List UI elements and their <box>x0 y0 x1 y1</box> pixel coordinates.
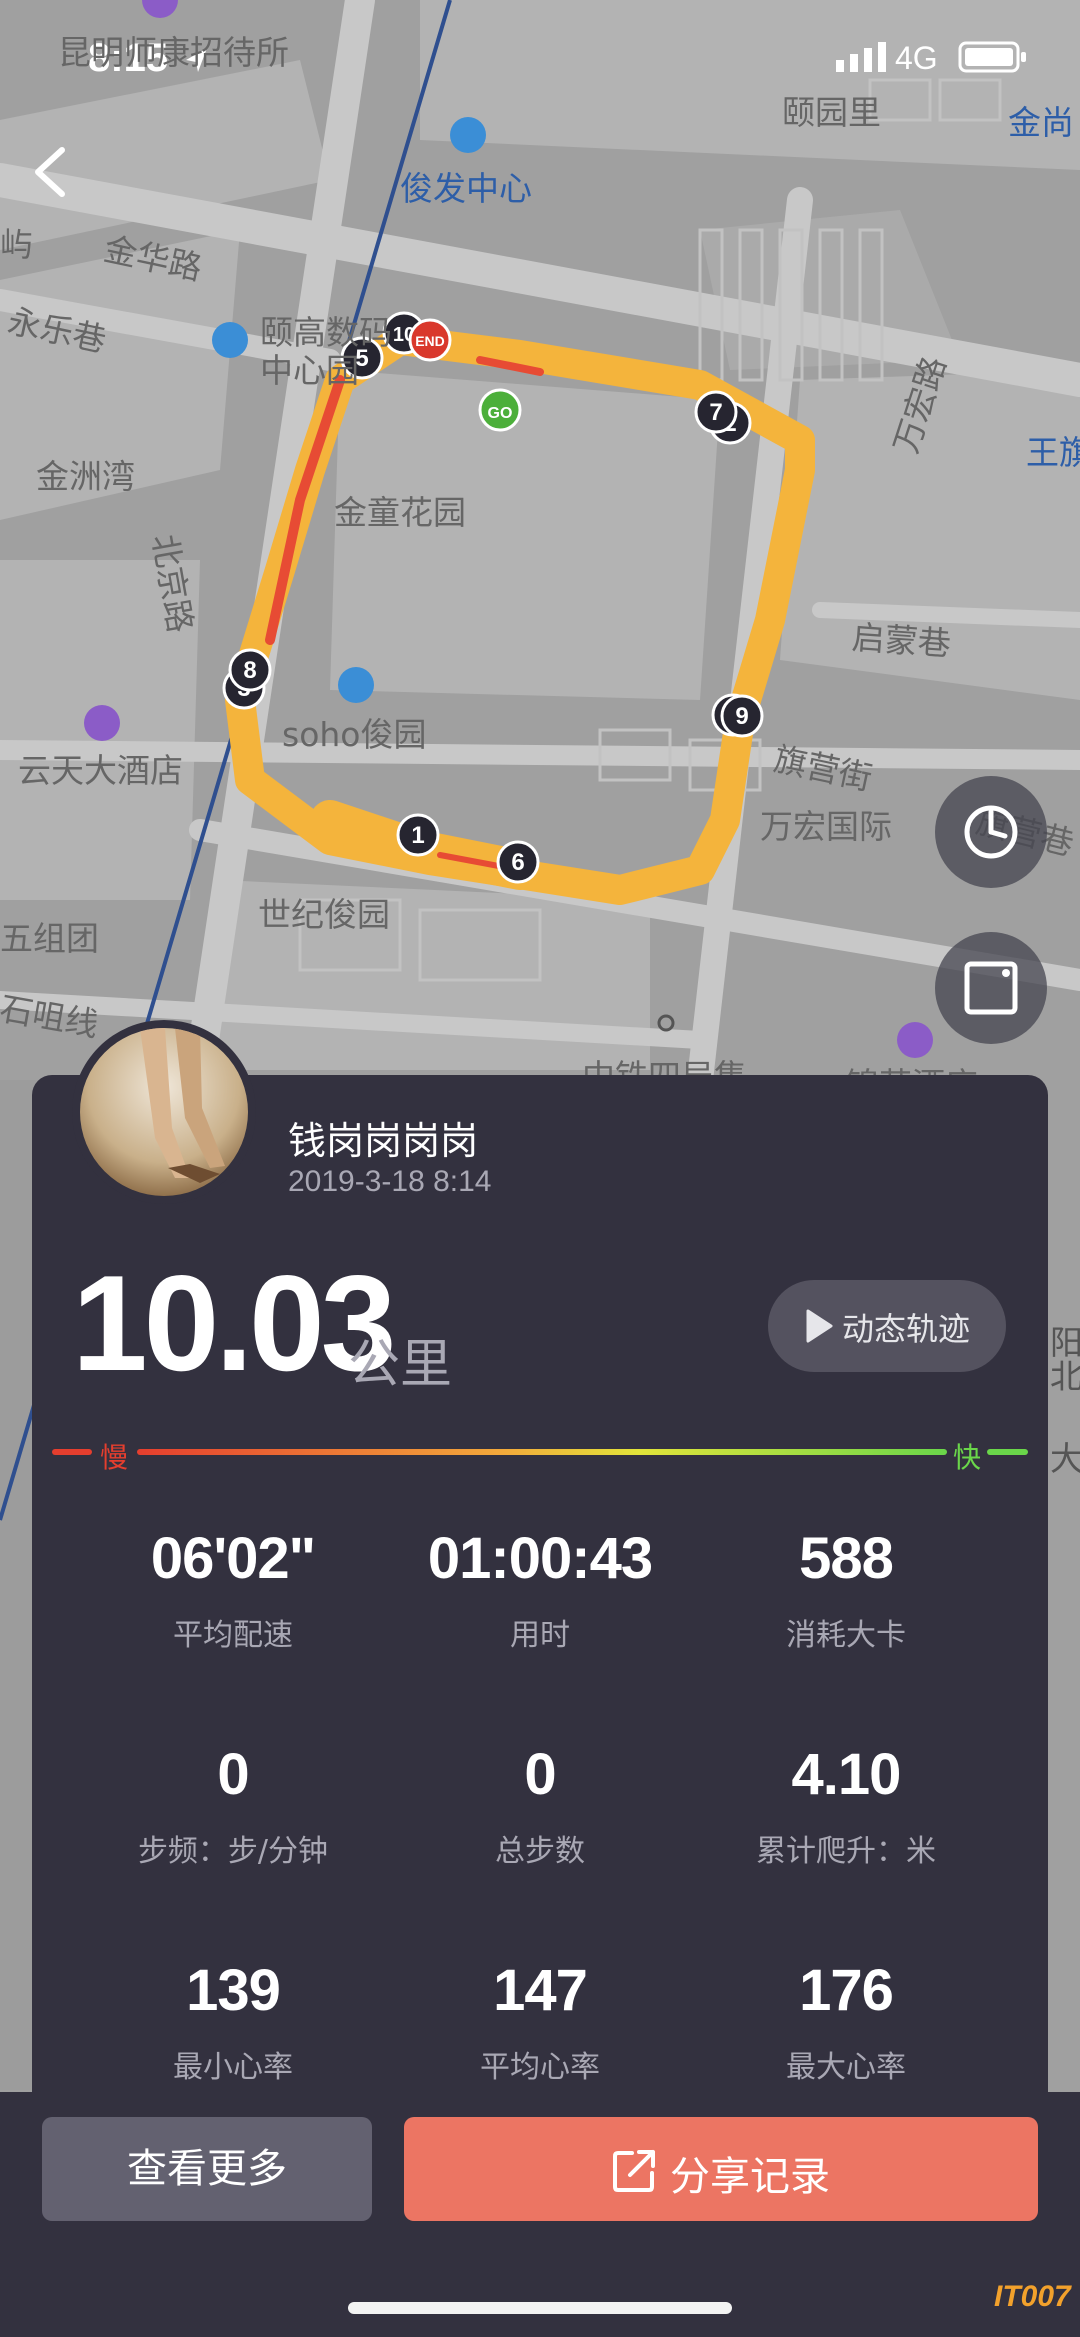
map-label: soho俊园 <box>282 715 427 754</box>
stat-label: 最大心率 <box>786 2050 906 2085</box>
stat-value: 139 <box>186 1958 281 2023</box>
svg-text:9: 9 <box>735 703 748 730</box>
map-label: 屿 <box>0 225 33 264</box>
stat-value: 588 <box>799 1526 894 1591</box>
stat-cadence: 0 步频：步/分钟 <box>93 1741 373 1870</box>
map-label: 云天大酒店 <box>18 751 183 790</box>
map-label: 启蒙巷 <box>850 617 953 664</box>
map-label: 金尚 <box>1008 103 1074 142</box>
share-icon <box>613 2150 655 2192</box>
start-marker: GO <box>478 388 522 432</box>
poi-hotel-icon <box>84 705 120 741</box>
start-marker-label: GO <box>488 405 513 422</box>
replay-track-label: 动态轨迹 <box>842 1310 971 1348</box>
home-indicator[interactable] <box>348 2302 732 2314</box>
map-label: 五组团 <box>0 919 99 958</box>
stat-max-heart-rate: 176 最大心率 <box>706 1957 986 2086</box>
map-label: 万宏国际 <box>760 807 892 846</box>
play-icon <box>806 1309 833 1343</box>
stat-label: 用时 <box>510 1618 570 1653</box>
map-label: 昆明师康招待所 <box>58 33 289 72</box>
map-mode-icon <box>964 961 1018 1015</box>
svg-text:6: 6 <box>511 849 524 876</box>
stat-label: 消耗大卡 <box>786 1618 906 1653</box>
stat-duration: 01:00:43 用时 <box>400 1525 680 1654</box>
speed-slow-label: 慢 <box>100 1441 129 1474</box>
map-label: 中心园 <box>260 351 359 390</box>
share-record-button[interactable]: 分享记录 <box>404 2117 1038 2221</box>
stat-label: 总步数 <box>495 1834 585 1869</box>
stat-label: 累计爬升：米 <box>756 1834 936 1869</box>
view-more-button[interactable]: 查看更多 <box>42 2117 372 2221</box>
map-label: 金洲湾 <box>36 457 135 496</box>
watermark: IT007 <box>994 2280 1071 2313</box>
compass-button[interactable] <box>935 776 1047 888</box>
poi-building-icon <box>212 322 248 358</box>
distance-value: 10.03 <box>72 1247 396 1399</box>
poi-building-icon <box>338 667 374 703</box>
end-marker-label: END <box>415 333 445 349</box>
speed-gradient-bar <box>52 1449 1028 1455</box>
map-label: 颐园里 <box>782 93 881 132</box>
compass-icon <box>964 805 1018 859</box>
stat-value: 176 <box>799 1958 894 2023</box>
speed-fast-label: 快 <box>953 1441 982 1474</box>
stat-label: 最小心率 <box>173 2050 293 2085</box>
poi-hotel-icon <box>897 1022 933 1058</box>
map-label: 金童花园 <box>334 493 466 532</box>
stat-elevation-gain: 4.10 累计爬升：米 <box>706 1741 986 1870</box>
stat-avg-heart-rate: 147 平均心率 <box>400 1957 680 2086</box>
poi-building-icon <box>450 117 486 153</box>
stat-value: 01:00:43 <box>427 1526 653 1591</box>
map-label: 北 <box>1050 1357 1080 1396</box>
network-type: 4G <box>895 40 938 76</box>
map-label: 大 <box>1050 1439 1080 1478</box>
stat-label: 平均配速 <box>173 1618 293 1653</box>
end-marker: END <box>408 318 452 362</box>
map-label: 王旗 <box>1026 433 1080 472</box>
stat-calories: 588 消耗大卡 <box>706 1525 986 1654</box>
map-label: 世纪俊园 <box>258 895 390 934</box>
svg-text:7: 7 <box>709 399 722 426</box>
stat-value: 0 <box>217 1742 249 1807</box>
run-date: 2019-3-18 8:14 <box>288 1165 492 1198</box>
map-label: 俊发中心 <box>400 169 532 208</box>
share-record-label: 分享记录 <box>670 2154 830 2200</box>
avatar[interactable] <box>72 1020 256 1204</box>
stat-value: 0 <box>524 1742 556 1807</box>
avatar-image <box>80 1028 248 1196</box>
replay-track-button[interactable]: 动态轨迹 <box>768 1280 1006 1372</box>
svg-text:8: 8 <box>243 657 256 684</box>
distance-unit: 公里 <box>348 1335 453 1395</box>
stat-avg-pace: 06'02" 平均配速 <box>93 1525 373 1654</box>
stat-label: 平均心率 <box>480 2050 600 2085</box>
stat-value: 4.10 <box>791 1742 902 1807</box>
map-mode-button[interactable] <box>935 932 1047 1044</box>
user-name: 钱岗岗岗岗 <box>288 1119 479 1163</box>
stat-value: 06'02" <box>150 1526 316 1591</box>
svg-text:1: 1 <box>411 822 424 849</box>
stat-total-steps: 0 总步数 <box>400 1741 680 1870</box>
stat-min-heart-rate: 139 最小心率 <box>93 1957 373 2086</box>
stat-value: 147 <box>493 1958 588 2023</box>
stat-label: 步频：步/分钟 <box>137 1834 329 1869</box>
